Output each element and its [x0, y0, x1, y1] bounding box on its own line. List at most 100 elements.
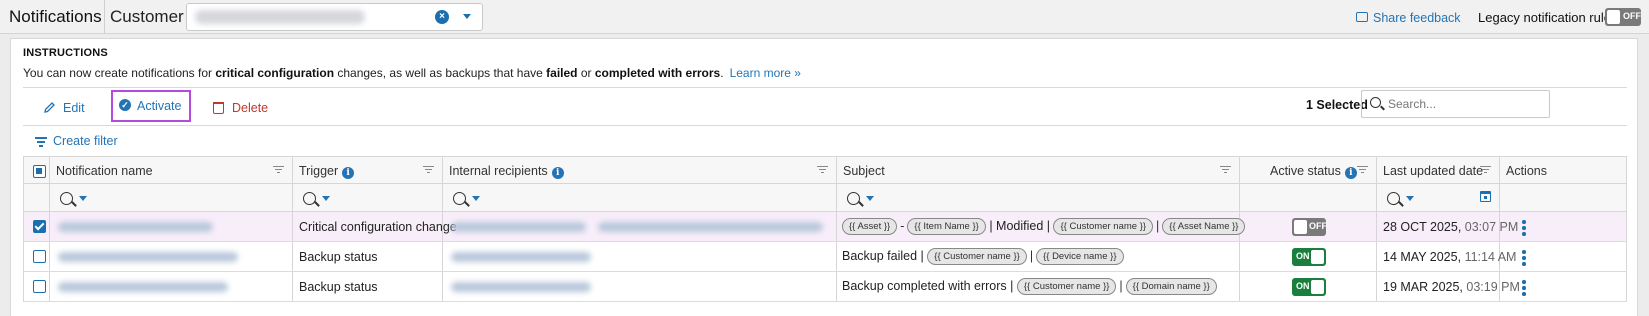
recipients-cell	[443, 272, 837, 301]
filter-cell[interactable]	[293, 184, 443, 211]
subject-text: Backup failed |	[842, 249, 924, 263]
col-trigger[interactable]: Trigger i	[293, 157, 443, 183]
filter-icon[interactable]	[1220, 166, 1231, 174]
search-input[interactable]	[1388, 96, 1543, 112]
activate-button[interactable]: ✓ Activate	[111, 90, 191, 122]
col-label: Active status i	[1270, 164, 1357, 179]
row-checkbox[interactable]	[33, 280, 46, 293]
info-icon[interactable]: i	[342, 167, 355, 179]
select-all-cell	[24, 157, 50, 183]
search-icon	[1370, 97, 1381, 108]
table-row[interactable]: Backup status Backup completed with erro…	[23, 272, 1627, 302]
more-actions-icon[interactable]	[1522, 220, 1526, 236]
active-toggle[interactable]: ON	[1292, 248, 1326, 266]
feedback-icon[interactable]	[1356, 12, 1368, 22]
filter-cell[interactable]	[1377, 184, 1500, 211]
legacy-rules-toggle[interactable]: OFF	[1605, 8, 1641, 26]
select-all-checkbox[interactable]	[33, 165, 46, 178]
date-cell: 19 MAR 2025, 03:19 PM	[1377, 272, 1520, 301]
subject: {{ Asset }} -{{ Item Name }} | Modified |…	[842, 218, 1246, 235]
trash-icon	[213, 102, 224, 114]
row-select-cell	[24, 272, 50, 301]
col-notification-name[interactable]: Notification name	[50, 157, 293, 183]
col-subject[interactable]: Subject	[837, 157, 1240, 183]
legacy-rules-label: Legacy notification rules	[1478, 10, 1618, 25]
delete-button[interactable]: Delete	[213, 97, 268, 119]
toggle-knob	[1607, 10, 1620, 24]
filter-icon[interactable]	[1357, 166, 1368, 174]
customer-value-blurred	[195, 10, 365, 24]
chevron-down-icon[interactable]	[79, 196, 87, 201]
instr-part: You can now create notifications for	[23, 66, 216, 80]
filter-icon[interactable]	[817, 166, 828, 174]
actions-cell	[1500, 242, 1626, 271]
info-icon[interactable]: i	[1344, 167, 1357, 179]
search-icon[interactable]	[453, 192, 466, 205]
subject-text: | Modified |	[989, 219, 1050, 233]
create-filter-button[interactable]: Create filter	[35, 134, 118, 148]
more-actions-icon[interactable]	[1522, 250, 1526, 266]
blurred-name[interactable]	[58, 282, 228, 292]
search-icon[interactable]	[1387, 192, 1400, 205]
customer-select[interactable]: ×	[186, 3, 483, 31]
chevron-down-icon[interactable]	[1406, 196, 1414, 201]
blurred-recipient	[451, 282, 591, 292]
instructions-text: You can now create notifications for cri…	[23, 66, 801, 80]
actions-cell	[1500, 212, 1626, 241]
filter-icon[interactable]	[273, 166, 284, 174]
filter-cell[interactable]	[443, 184, 837, 211]
chevron-down-icon[interactable]	[472, 196, 480, 201]
row-checkbox[interactable]	[33, 220, 46, 233]
calendar-icon[interactable]	[1480, 191, 1491, 202]
chevron-down-icon[interactable]	[322, 196, 330, 201]
table-row[interactable]: Critical configuration change {{ Asset }…	[23, 212, 1627, 242]
more-actions-icon[interactable]	[1522, 280, 1526, 296]
filter-icon[interactable]	[423, 166, 434, 174]
active-toggle[interactable]: ON	[1292, 278, 1326, 296]
subject: Backup failed | {{ Customer name }} |{{ D…	[842, 248, 1124, 265]
subject-sep: |	[1156, 219, 1160, 233]
blurred-name[interactable]	[58, 252, 238, 262]
table-filter-row	[23, 184, 1627, 212]
filter-icon[interactable]	[1480, 166, 1491, 174]
blurred-name[interactable]	[58, 222, 213, 232]
toggle-knob	[1311, 280, 1324, 294]
col-internal-recipients[interactable]: Internal recipients i	[443, 157, 837, 183]
row-checkbox[interactable]	[33, 250, 46, 263]
instr-part: .	[720, 66, 724, 80]
trigger-text: Critical configuration change	[299, 220, 457, 234]
divider	[104, 0, 105, 34]
table-row[interactable]: Backup status Backup failed | {{ Custome…	[23, 242, 1627, 272]
filter-cell[interactable]	[837, 184, 1240, 211]
learn-more-link[interactable]: Learn more »	[730, 66, 801, 80]
edit-button[interactable]: Edit	[43, 97, 85, 119]
instr-bold: completed with errors	[594, 66, 721, 80]
active-toggle[interactable]: OFF	[1292, 218, 1327, 236]
instr-bold: critical configuration	[215, 66, 335, 80]
filter-cell[interactable]	[50, 184, 293, 211]
search-icon[interactable]	[303, 192, 316, 205]
col-last-updated[interactable]: Last updated date	[1377, 157, 1500, 183]
toggle-state: OFF	[1309, 221, 1327, 231]
updated-date: 28 OCT 2025, 03:07 PM	[1383, 220, 1518, 234]
check-circle-icon: ✓	[119, 99, 131, 111]
placeholder-chip: {{ Item Name }}	[907, 218, 986, 235]
status-cell: OFF	[1240, 212, 1377, 241]
search-box[interactable]	[1361, 90, 1550, 118]
col-label-text: Trigger	[299, 164, 339, 178]
name-cell[interactable]	[50, 242, 293, 271]
share-feedback-link[interactable]: Share feedback	[1373, 11, 1461, 25]
filter-cell	[24, 184, 50, 211]
search-icon[interactable]	[847, 192, 860, 205]
info-icon[interactable]: i	[551, 167, 564, 179]
blurred-recipient	[451, 252, 591, 262]
col-active-status[interactable]: Active status i	[1240, 157, 1377, 183]
chevron-down-icon[interactable]	[866, 196, 874, 201]
name-cell[interactable]	[50, 212, 293, 241]
clear-icon[interactable]: ×	[435, 10, 449, 24]
date-text: 28 OCT 2025,	[1383, 220, 1462, 234]
search-icon[interactable]	[60, 192, 73, 205]
status-cell: ON	[1240, 272, 1377, 301]
chevron-down-icon[interactable]	[463, 14, 471, 19]
name-cell[interactable]	[50, 272, 293, 301]
